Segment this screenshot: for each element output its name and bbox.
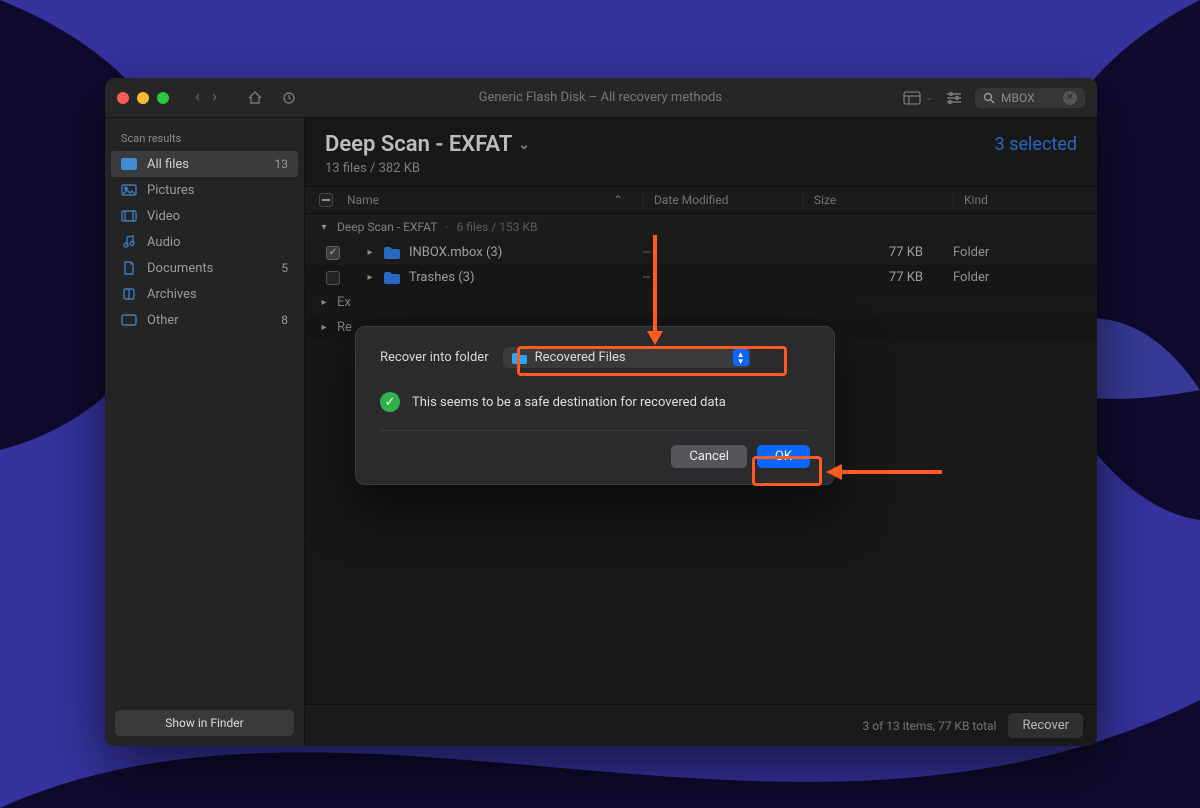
show-in-finder-button[interactable]: Show in Finder bbox=[115, 710, 294, 736]
sidebar-item-label: Other bbox=[147, 313, 179, 328]
all-files-icon bbox=[121, 156, 137, 172]
destination-value: Recovered Files bbox=[535, 350, 626, 365]
other-icon bbox=[121, 312, 137, 328]
sidebar-item-label: Video bbox=[147, 209, 180, 224]
sidebar-item-label: Pictures bbox=[147, 183, 194, 198]
sidebar-item-video[interactable]: Video bbox=[105, 203, 304, 229]
sidebar-item-label: All files bbox=[147, 157, 189, 172]
sidebar-item-pictures[interactable]: Pictures bbox=[105, 177, 304, 203]
home-icon[interactable] bbox=[247, 90, 263, 106]
close-window-button[interactable] bbox=[117, 92, 129, 104]
search-value: MBOX bbox=[1001, 91, 1035, 105]
recover-destination-dialog: Recover into folder Recovered Files ▲▼ ✓… bbox=[355, 326, 835, 485]
sidebar-item-other[interactable]: Other 8 bbox=[105, 307, 304, 333]
pictures-icon bbox=[121, 182, 137, 198]
clear-search-icon[interactable]: ✕ bbox=[1063, 91, 1077, 105]
check-circle-icon: ✓ bbox=[380, 392, 400, 412]
view-mode-toggle[interactable]: ⌄ bbox=[903, 91, 933, 105]
search-icon bbox=[983, 92, 995, 104]
audio-icon bbox=[121, 234, 137, 250]
minimize-window-button[interactable] bbox=[137, 92, 149, 104]
nav-back-button[interactable]: ‹ bbox=[191, 89, 204, 106]
sidebar: Scan results All files 13 Pictures Video… bbox=[105, 118, 305, 746]
sidebar-item-label: Documents bbox=[147, 261, 213, 276]
window-title: Generic Flash Disk – All recovery method… bbox=[307, 90, 893, 105]
nav-forward-button[interactable]: › bbox=[208, 89, 221, 106]
documents-icon bbox=[121, 260, 137, 276]
refresh-icon[interactable] bbox=[281, 90, 297, 106]
sidebar-item-documents[interactable]: Documents 5 bbox=[105, 255, 304, 281]
sidebar-item-audio[interactable]: Audio bbox=[105, 229, 304, 255]
settings-icon[interactable] bbox=[945, 91, 963, 105]
sidebar-item-all-files[interactable]: All files 13 bbox=[111, 151, 298, 177]
sidebar-item-archives[interactable]: Archives bbox=[105, 281, 304, 307]
video-icon bbox=[121, 208, 137, 224]
safe-destination-message: This seems to be a safe destination for … bbox=[412, 395, 726, 410]
sidebar-item-count: 8 bbox=[281, 313, 288, 327]
toolbar: ‹ › Generic Flash Disk – All recovery me… bbox=[105, 78, 1097, 118]
archives-icon bbox=[121, 286, 137, 302]
sidebar-item-label: Audio bbox=[147, 235, 180, 250]
destination-select[interactable]: Recovered Files ▲▼ bbox=[503, 347, 751, 368]
destination-label: Recover into folder bbox=[380, 350, 489, 365]
sidebar-section-title: Scan results bbox=[105, 128, 304, 151]
zoom-window-button[interactable] bbox=[157, 92, 169, 104]
folder-icon bbox=[511, 352, 527, 364]
stepper-icon: ▲▼ bbox=[733, 349, 749, 366]
search-input[interactable]: MBOX ✕ bbox=[975, 88, 1085, 108]
sidebar-item-count: 13 bbox=[275, 157, 289, 171]
sidebar-item-label: Archives bbox=[147, 287, 197, 302]
ok-button[interactable]: OK bbox=[757, 445, 810, 468]
window-controls bbox=[117, 92, 169, 104]
cancel-button[interactable]: Cancel bbox=[671, 445, 747, 468]
nav-arrows: ‹ › bbox=[191, 89, 221, 106]
sidebar-item-count: 5 bbox=[281, 261, 288, 275]
